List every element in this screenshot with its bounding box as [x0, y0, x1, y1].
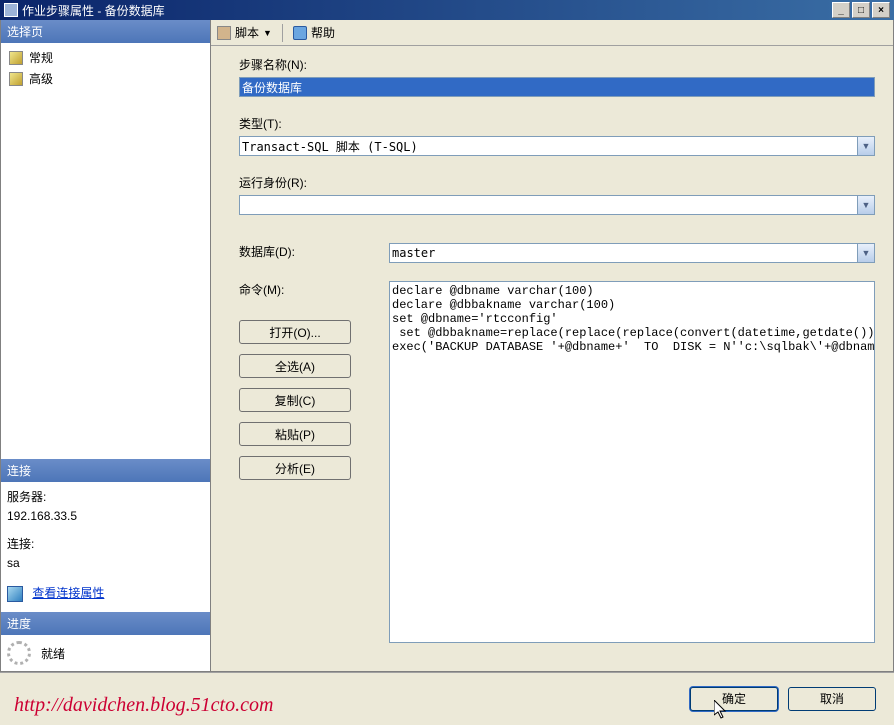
help-button[interactable]: 帮助 [293, 24, 335, 41]
view-connection-link[interactable]: 查看连接属性 [32, 586, 104, 600]
server-value: 192.168.33.5 [7, 509, 204, 523]
script-button[interactable]: 脚本 ▼ [217, 24, 272, 41]
cancel-button[interactable]: 取消 [788, 687, 876, 711]
view-conn-row: 查看连接属性 [7, 584, 204, 602]
main-container: 选择页 常规 高级 连接 服务器: 192.168.33.5 连接: sa 查看… [0, 20, 894, 672]
connection-header: 连接 [1, 459, 210, 482]
progress-header: 进度 [1, 612, 210, 635]
database-combo[interactable] [389, 243, 875, 263]
conn-label: 连接: [7, 535, 204, 552]
select-page-body: 常规 高级 [1, 43, 210, 459]
ok-button[interactable]: 确定 [690, 687, 778, 711]
parse-button[interactable]: 分析(E) [239, 456, 351, 480]
connection-properties-icon [7, 586, 23, 602]
database-label: 数据库(D): [239, 243, 369, 260]
app-icon [4, 3, 18, 17]
connection-section: 服务器: 192.168.33.5 连接: sa 查看连接属性 [1, 482, 210, 612]
runas-label: 运行身份(R): [239, 174, 875, 191]
server-label: 服务器: [7, 488, 204, 505]
sidebar-item-label: 常规 [29, 49, 53, 66]
step-name-label: 步骤名称(N): [239, 56, 875, 73]
sidebar: 选择页 常规 高级 连接 服务器: 192.168.33.5 连接: sa 查看… [1, 20, 211, 671]
command-label: 命令(M): [239, 281, 369, 298]
step-name-input[interactable] [239, 77, 875, 97]
progress-status: 就绪 [41, 645, 65, 662]
page-icon [9, 72, 23, 86]
script-icon [217, 26, 231, 40]
spinner-icon [7, 641, 31, 665]
open-button[interactable]: 打开(O)... [239, 320, 351, 344]
window-title: 作业步骤属性 - 备份数据库 [22, 2, 165, 19]
type-combo[interactable] [239, 136, 875, 156]
form-area: 步骤名称(N): 类型(T): ▼ 运行身份(R): ▼ [211, 46, 893, 671]
close-button[interactable]: × [872, 2, 890, 18]
titlebar: 作业步骤属性 - 备份数据库 _ □ × [0, 0, 894, 20]
select-page-header: 选择页 [1, 20, 210, 43]
sidebar-item-label: 高级 [29, 70, 53, 87]
minimize-button[interactable]: _ [832, 2, 850, 18]
sidebar-item-general[interactable]: 常规 [5, 47, 206, 68]
footer: 确定 取消 [0, 672, 894, 724]
sidebar-item-advanced[interactable]: 高级 [5, 68, 206, 89]
page-icon [9, 51, 23, 65]
conn-value: sa [7, 556, 204, 570]
help-icon [293, 26, 307, 40]
chevron-down-icon: ▼ [263, 28, 272, 38]
maximize-button[interactable]: □ [852, 2, 870, 18]
type-label: 类型(T): [239, 115, 875, 132]
toolbar: 脚本 ▼ 帮助 [211, 20, 893, 46]
paste-button[interactable]: 粘贴(P) [239, 422, 351, 446]
progress-area: 就绪 [1, 635, 210, 671]
content-panel: 脚本 ▼ 帮助 步骤名称(N): 类型(T): ▼ [211, 20, 893, 671]
runas-combo[interactable] [239, 195, 875, 215]
selectall-button[interactable]: 全选(A) [239, 354, 351, 378]
command-textarea[interactable] [389, 281, 875, 643]
copy-button[interactable]: 复制(C) [239, 388, 351, 412]
